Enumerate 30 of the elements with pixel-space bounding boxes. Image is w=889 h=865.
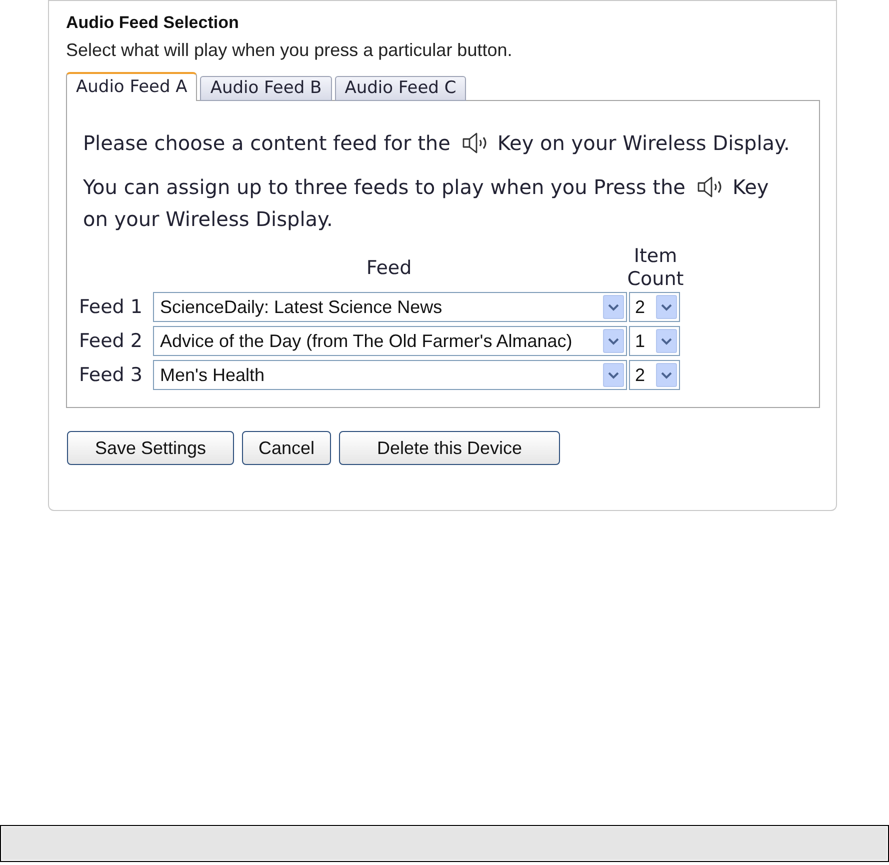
feed-dropdown[interactable]: Men's Health [153, 360, 627, 390]
panel-subtitle: Select what will play when you press a particular button. [66, 39, 512, 61]
instruction-text: Key on your Wireless Display. [497, 130, 790, 157]
item-count-dropdown[interactable]: 2 [629, 360, 680, 390]
tab[interactable]: Audio Feed B [200, 76, 332, 101]
row-label: Feed 1 [79, 295, 144, 320]
chevron-down-icon [656, 329, 677, 353]
chevron-down-icon [603, 295, 624, 319]
instruction-text: You can assign up to three feeds to play when you Press the [83, 174, 686, 201]
tab[interactable]: Audio Feed A [66, 72, 198, 101]
chevron-down-icon [656, 295, 677, 319]
chevron-down-icon [656, 363, 677, 387]
item-count-dropdown[interactable]: 2 [629, 292, 680, 322]
feed-dropdown[interactable]: ScienceDaily: Latest Science News [153, 292, 627, 322]
feed-dropdown[interactable]: Advice of the Day (from The Old Farmer's Almanac) [153, 326, 627, 356]
button[interactable]: Delete this Device [339, 431, 560, 465]
button[interactable]: Cancel [242, 431, 331, 465]
instruction-text: on your Wireless Display. [83, 206, 333, 233]
item-count-dropdown[interactable]: 1 [629, 326, 680, 356]
row-label: Feed 2 [79, 329, 144, 354]
instruction-text: Key [732, 174, 769, 201]
instruction-text: Please choose a content feed for the [83, 130, 450, 157]
chevron-down-icon [603, 329, 624, 353]
panel-title: Audio Feed Selection [66, 12, 239, 34]
chevron-down-icon [603, 363, 624, 387]
column-header: Feed [365, 256, 413, 280]
row-label: Feed 3 [79, 363, 144, 388]
tab[interactable]: Audio Feed C [334, 76, 466, 101]
button[interactable]: Save Settings [67, 431, 234, 465]
column-header: Item Count [626, 245, 685, 291]
